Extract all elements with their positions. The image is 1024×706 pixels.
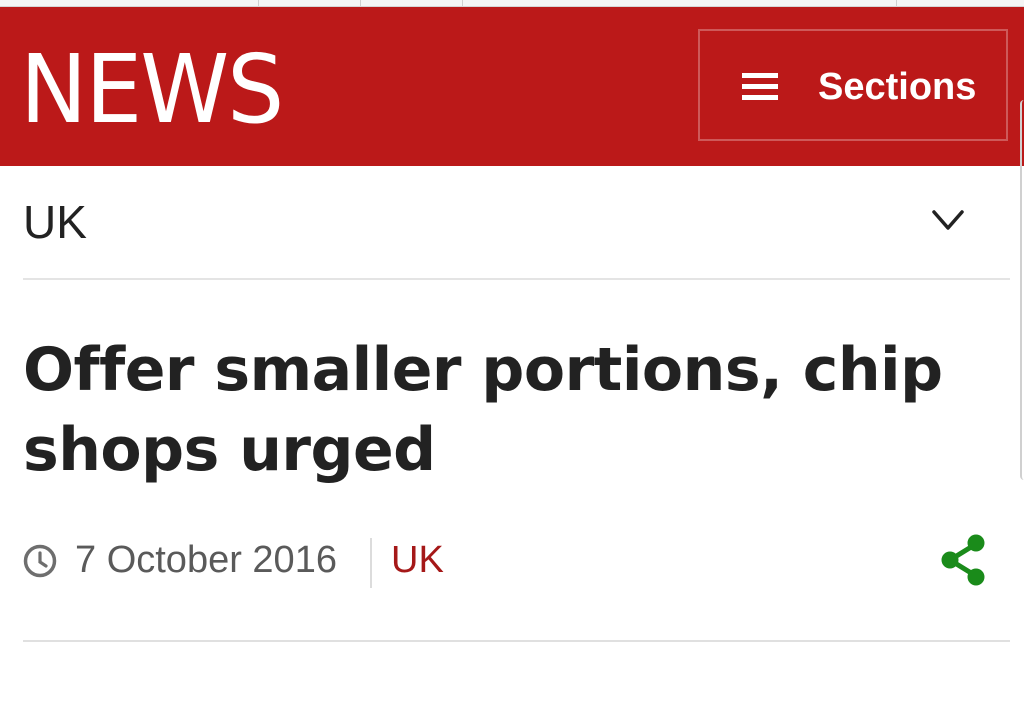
share-icon[interactable] xyxy=(938,532,990,588)
section-navigation-bar[interactable]: UK xyxy=(23,166,1010,280)
meta-divider xyxy=(370,538,372,588)
sections-button[interactable]: Sections xyxy=(698,29,1008,141)
section-link[interactable]: UK xyxy=(391,538,444,582)
article-headline: Offer smaller portions, chip shops urged xyxy=(23,335,943,485)
publish-date: 7 October 2016 xyxy=(75,539,337,581)
article-meta: 7 October 2016 UK xyxy=(23,530,1010,590)
device-bezel xyxy=(1020,100,1024,480)
content-divider xyxy=(23,640,1010,642)
section-title: UK xyxy=(23,196,87,248)
sections-label: Sections xyxy=(818,66,977,108)
browser-top-strip xyxy=(0,0,1024,7)
chevron-down-icon[interactable] xyxy=(928,200,968,240)
clock-icon xyxy=(23,544,57,578)
hamburger-menu-icon xyxy=(742,73,778,101)
news-logo[interactable]: NEWS xyxy=(20,42,284,138)
page: NEWS Sections UK Offer smaller portions,… xyxy=(0,0,1024,706)
site-header: NEWS Sections xyxy=(0,7,1024,166)
